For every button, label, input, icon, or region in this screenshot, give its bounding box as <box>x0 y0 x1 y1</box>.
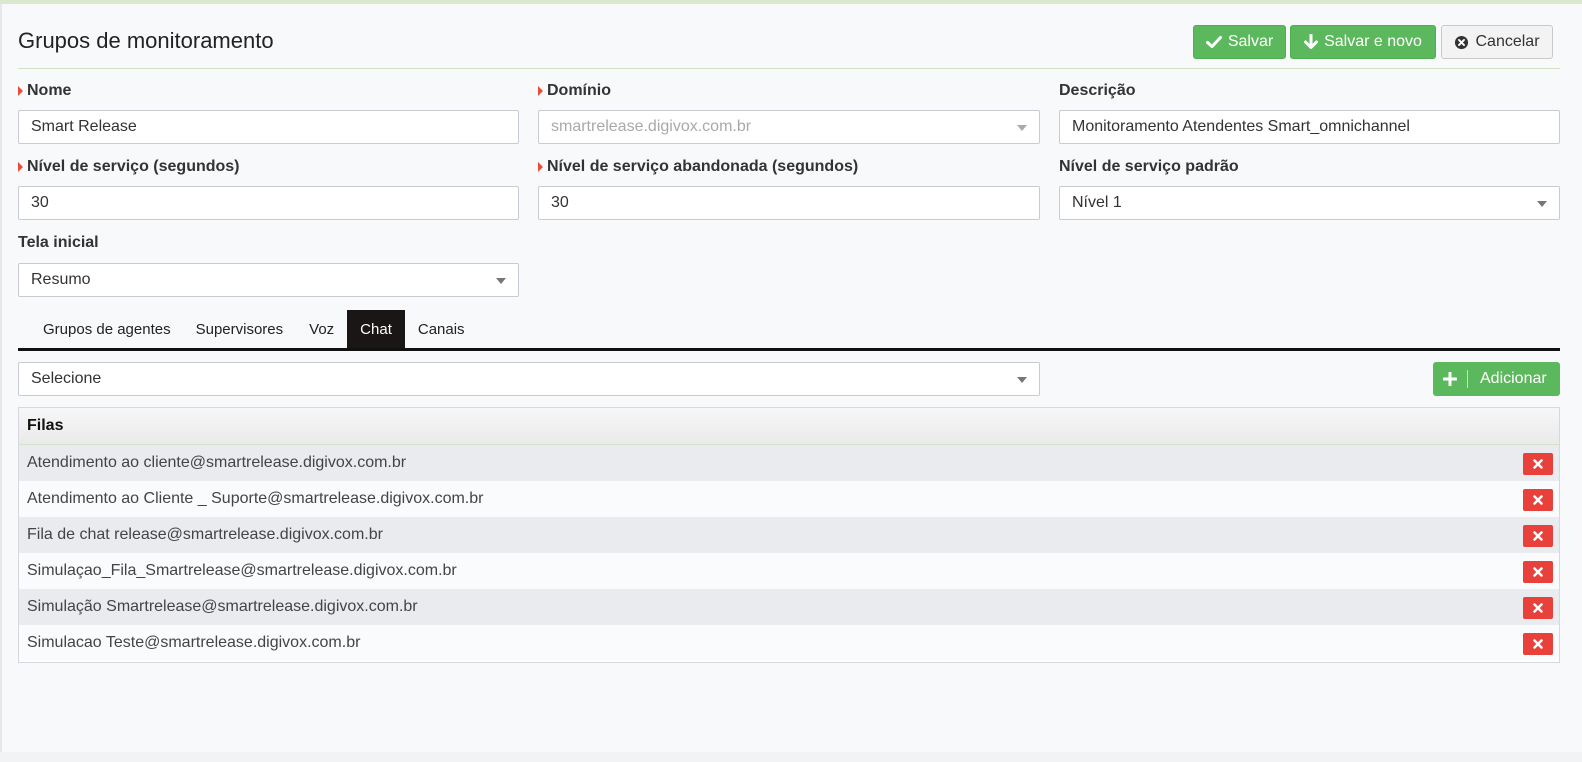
table-header: Filas <box>19 408 1559 445</box>
table-row: Simulacao Teste@smartrelease.digivox.com… <box>19 625 1559 661</box>
times-icon <box>1533 567 1543 577</box>
fila-name: Simulaçao_Fila_Smartrelease@smartrelease… <box>27 562 457 579</box>
bottom-edge <box>0 752 1582 762</box>
caret-down-icon <box>1017 377 1027 383</box>
delete-button[interactable] <box>1523 561 1553 583</box>
nivel-servico-abandonada-label-text: Nível de serviço abandonada (segundos) <box>547 158 859 175</box>
times-circle-icon <box>1454 35 1469 50</box>
nivel-servico-padrao-label-text: Nível de serviço padrão <box>1059 158 1239 175</box>
required-marker-icon <box>538 86 543 96</box>
tab-supervisores[interactable]: Supervisores <box>183 310 297 348</box>
fila-name: Atendimento ao Cliente _ Suporte@smartre… <box>27 490 484 507</box>
fila-name: Fila de chat release@smartrelease.digivo… <box>27 526 383 543</box>
dominio-label-text: Domínio <box>547 82 611 99</box>
times-icon <box>1533 639 1543 649</box>
tab-voz[interactable]: Voz <box>296 310 347 348</box>
required-marker-icon <box>18 162 23 172</box>
save-and-new-button[interactable]: Salvar e novo <box>1290 25 1436 59</box>
times-icon <box>1533 603 1543 613</box>
tab-bar: Grupos de agentes Supervisores Voz Chat … <box>18 310 478 348</box>
tab-divider <box>18 348 1560 351</box>
table-row: Atendimento ao Cliente _ Suporte@smartre… <box>19 481 1559 517</box>
times-icon <box>1533 495 1543 505</box>
tela-inicial-value: Resumo <box>31 271 91 288</box>
nome-label: Nome <box>18 82 71 100</box>
nome-label-text: Nome <box>27 82 72 99</box>
fila-name: Simulacao Teste@smartrelease.digivox.com… <box>27 634 361 651</box>
title-divider <box>18 68 1560 69</box>
arrow-down-icon <box>1304 34 1319 50</box>
cancel-button-label: Cancelar <box>1475 33 1540 50</box>
delete-button[interactable] <box>1523 489 1553 511</box>
fila-name: Simulação Smartrelease@smartrelease.digi… <box>27 598 418 615</box>
fila-select[interactable]: Selecione <box>18 362 1040 396</box>
descricao-label: Descrição <box>1059 82 1136 100</box>
table-row: Simulaçao_Fila_Smartrelease@smartrelease… <box>19 553 1559 589</box>
nivel-servico-abandonada-input[interactable]: 30 <box>538 186 1040 220</box>
nivel-servico-padrao-select[interactable]: Nível 1 <box>1059 186 1560 220</box>
nivel-servico-label-text: Nível de serviço (segundos) <box>27 158 240 175</box>
add-button-label: Adicionar <box>1480 370 1547 387</box>
top-accent-line <box>0 0 1582 4</box>
tela-inicial-label: Tela inicial <box>18 234 99 252</box>
caret-down-icon <box>496 278 506 284</box>
nivel-servico-label: Nível de serviço (segundos) <box>18 158 240 176</box>
caret-down-icon <box>1537 201 1547 207</box>
nivel-servico-input[interactable]: 30 <box>18 186 519 220</box>
table-row: Fila de chat release@smartrelease.digivo… <box>19 517 1559 553</box>
delete-button[interactable] <box>1523 525 1553 547</box>
dominio-select: smartrelease.digivox.com.br <box>538 110 1040 144</box>
descricao-input[interactable]: Monitoramento Atendentes Smart_omnichann… <box>1059 110 1560 144</box>
tab-canais[interactable]: Canais <box>405 310 478 348</box>
tela-inicial-select[interactable]: Resumo <box>18 263 519 297</box>
delete-button[interactable] <box>1523 597 1553 619</box>
save-and-new-button-label: Salvar e novo <box>1324 33 1422 50</box>
table-row: Atendimento ao cliente@smartrelease.digi… <box>19 445 1559 481</box>
table-row: Simulação Smartrelease@smartrelease.digi… <box>19 589 1559 625</box>
check-icon <box>1205 35 1222 49</box>
required-marker-icon <box>18 86 23 96</box>
delete-button[interactable] <box>1523 633 1553 655</box>
tab-grupos-de-agentes[interactable]: Grupos de agentes <box>18 310 183 348</box>
plus-icon <box>1433 372 1467 386</box>
dominio-label: Domínio <box>538 82 611 100</box>
fila-select-value: Selecione <box>31 370 102 387</box>
caret-down-icon <box>1017 125 1027 131</box>
times-icon <box>1533 459 1543 469</box>
descricao-label-text: Descrição <box>1059 82 1136 99</box>
cancel-button[interactable]: Cancelar <box>1441 25 1553 59</box>
page-title: Grupos de monitoramento <box>18 28 274 53</box>
required-marker-icon <box>538 162 543 172</box>
left-border <box>0 4 2 762</box>
add-button[interactable]: Adicionar <box>1433 362 1560 396</box>
save-button-label: Salvar <box>1227 33 1274 50</box>
tab-chat[interactable]: Chat <box>347 310 405 348</box>
nivel-servico-padrao-label: Nível de serviço padrão <box>1059 158 1239 176</box>
nome-input[interactable]: Smart Release <box>18 110 519 144</box>
times-icon <box>1533 531 1543 541</box>
nivel-servico-padrao-value: Nível 1 <box>1072 194 1122 211</box>
save-button[interactable]: Salvar <box>1193 25 1286 59</box>
delete-button[interactable] <box>1523 453 1553 475</box>
nivel-servico-abandonada-label: Nível de serviço abandonada (segundos) <box>538 158 858 176</box>
tela-inicial-label-text: Tela inicial <box>18 234 99 251</box>
dominio-select-value: smartrelease.digivox.com.br <box>551 118 752 135</box>
filas-table: Filas Atendimento ao cliente@smartreleas… <box>18 407 1560 663</box>
fila-name: Atendimento ao cliente@smartrelease.digi… <box>27 454 407 471</box>
